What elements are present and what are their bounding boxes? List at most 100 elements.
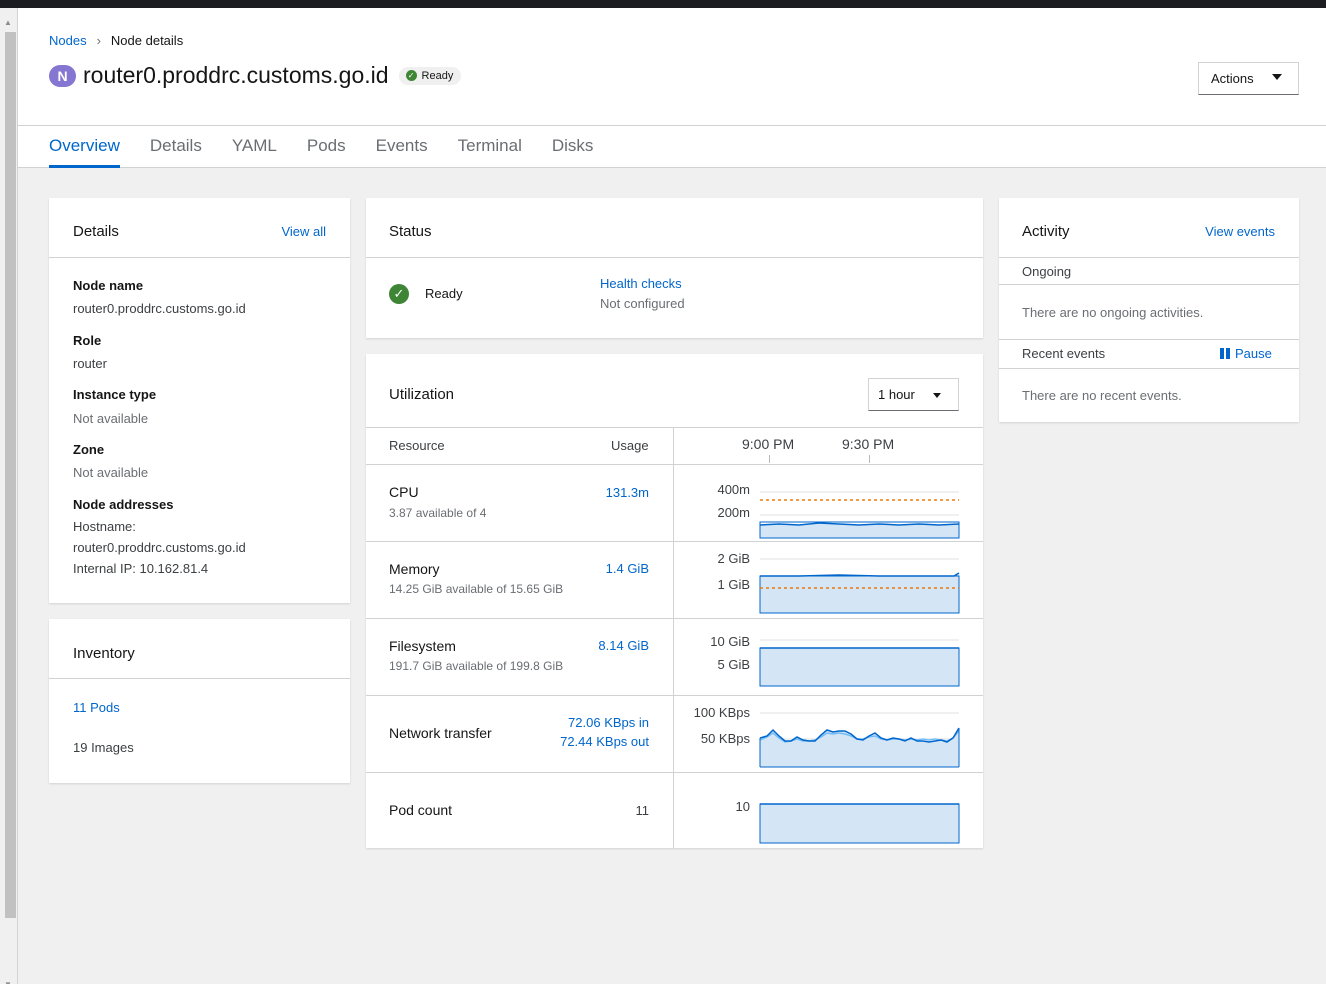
filesystem-usage-link[interactable]: 8.14 GiB bbox=[598, 638, 649, 653]
y-tick-label: 200m bbox=[717, 505, 750, 520]
status-card: Status ✓ Ready Health checks Not configu… bbox=[366, 198, 983, 338]
activity-card-title: Activity bbox=[1022, 223, 1070, 240]
utilization-row-filesystem: Filesystem 191.7 GiB available of 199.8 … bbox=[366, 618, 983, 695]
actions-dropdown[interactable]: Actions bbox=[1198, 62, 1299, 95]
recent-events-label: Recent events bbox=[1022, 346, 1106, 361]
node-name-label: Node name bbox=[73, 278, 144, 293]
tab-overview[interactable]: Overview bbox=[49, 136, 120, 168]
pod-count-chart[interactable] bbox=[759, 800, 961, 848]
y-tick-label: 1 GiB bbox=[717, 577, 750, 592]
hostname-value: router0.proddrc.customs.go.id bbox=[73, 540, 246, 555]
role-label: Role bbox=[73, 333, 102, 348]
scroll-down-icon[interactable]: ▼ bbox=[4, 980, 12, 984]
divider bbox=[366, 257, 983, 258]
ongoing-empty-text: There are no ongoing activities. bbox=[1022, 305, 1204, 320]
time-range-dropdown[interactable]: 1 hour bbox=[868, 378, 959, 411]
tab-details[interactable]: Details bbox=[150, 136, 202, 168]
time-tick-label: 9:30 PM bbox=[842, 436, 895, 452]
breadcrumb-current: Node details bbox=[110, 33, 184, 48]
tab-yaml[interactable]: YAML bbox=[232, 136, 277, 168]
y-tick-label: 10 GiB bbox=[710, 634, 750, 649]
utilization-row-pod-count: Pod count 11 10 bbox=[366, 772, 983, 848]
resource-availability: 3.87 available of 4 bbox=[389, 506, 487, 520]
memory-usage-link[interactable]: 1.4 GiB bbox=[606, 561, 649, 576]
pods-link[interactable]: 11 Pods bbox=[73, 700, 120, 715]
resource-name: CPU bbox=[389, 484, 419, 500]
details-card-title: Details bbox=[73, 223, 119, 240]
breadcrumb-nodes-link[interactable]: Nodes bbox=[49, 33, 87, 48]
health-checks-link[interactable]: Health checks bbox=[600, 276, 682, 291]
pod-count-value: 11 bbox=[635, 803, 650, 818]
zone-label: Zone bbox=[73, 442, 105, 457]
left-scrollbar[interactable]: ▲ ▼ bbox=[0, 8, 18, 984]
instance-type-value: Not available bbox=[73, 411, 149, 426]
window-top-bar bbox=[0, 0, 1326, 8]
filesystem-chart[interactable] bbox=[759, 636, 961, 694]
y-tick-label: 100 KBps bbox=[693, 705, 750, 720]
instance-type-label: Instance type bbox=[73, 387, 157, 402]
utilization-row-memory: Memory 14.25 GiB available of 15.65 GiB … bbox=[366, 541, 983, 618]
caret-down-icon bbox=[1272, 74, 1282, 80]
recent-empty-text: There are no recent events. bbox=[1022, 388, 1182, 403]
memory-chart[interactable] bbox=[759, 555, 961, 617]
y-tick-label: 5 GiB bbox=[717, 657, 750, 672]
health-checks-state: Not configured bbox=[600, 296, 685, 311]
scroll-up-icon[interactable]: ▲ bbox=[4, 18, 12, 27]
tab-bar: Overview Details YAML Pods Events Termin… bbox=[49, 136, 623, 168]
inventory-card-title: Inventory bbox=[73, 645, 135, 662]
divider bbox=[366, 427, 983, 428]
images-count: 19 Images bbox=[73, 740, 134, 755]
scrollbar-thumb[interactable] bbox=[5, 32, 16, 918]
y-tick-label: 10 bbox=[735, 799, 750, 814]
resource-name: Network transfer bbox=[389, 725, 492, 741]
time-tick-mark bbox=[869, 455, 870, 463]
utilization-card-title: Utilization bbox=[389, 386, 455, 403]
tab-pods[interactable]: Pods bbox=[307, 136, 346, 168]
time-tick-label: 9:00 PM bbox=[742, 436, 795, 452]
zone-value: Not available bbox=[73, 465, 149, 480]
page-header: Nodes › Node details N router0.proddrc.c… bbox=[18, 8, 1326, 168]
cpu-chart[interactable] bbox=[759, 488, 961, 540]
network-chart[interactable] bbox=[759, 709, 961, 771]
check-circle-icon: ✓ bbox=[405, 70, 417, 81]
node-type-badge: N bbox=[49, 64, 76, 87]
page-title: router0.proddrc.customs.go.id bbox=[83, 62, 389, 88]
utilization-row-network: Network transfer 72.06 KBps in 72.44 KBp… bbox=[366, 695, 983, 772]
resource-availability: 191.7 GiB available of 199.8 GiB bbox=[389, 659, 564, 673]
hostname-label: Hostname: bbox=[73, 519, 136, 534]
ongoing-label: Ongoing bbox=[1022, 264, 1072, 279]
network-in-link[interactable]: 72.06 KBps in bbox=[568, 715, 649, 730]
resource-name: Pod count bbox=[389, 802, 453, 818]
check-circle-icon: ✓ bbox=[389, 284, 409, 304]
activity-card: Activity View events Ongoing There are n… bbox=[999, 198, 1299, 422]
view-all-link[interactable]: View all bbox=[281, 224, 326, 239]
status-badge-label: Ready bbox=[421, 69, 454, 82]
cpu-usage-link[interactable]: 131.3m bbox=[606, 485, 649, 500]
caret-down-icon bbox=[933, 393, 941, 398]
details-card: Details View all Node name router0.prodd… bbox=[49, 198, 350, 603]
pause-icon bbox=[1220, 348, 1224, 359]
page-title-row: N router0.proddrc.customs.go.id ✓ Ready bbox=[49, 62, 462, 89]
role-value: router bbox=[73, 356, 107, 371]
divider bbox=[999, 368, 1299, 369]
pause-icon bbox=[1226, 348, 1230, 359]
resource-column-header: Resource bbox=[389, 438, 445, 453]
divider bbox=[49, 678, 350, 679]
breadcrumb: Nodes › Node details bbox=[49, 33, 183, 48]
pause-button[interactable]: Pause bbox=[1220, 346, 1272, 361]
utilization-card: Utilization 1 hour Resource Usage 9:00 P… bbox=[366, 354, 983, 848]
network-out-link[interactable]: 72.44 KBps out bbox=[560, 734, 649, 749]
y-tick-label: 50 KBps bbox=[700, 731, 750, 746]
tab-events[interactable]: Events bbox=[376, 136, 428, 168]
actions-label: Actions bbox=[1211, 71, 1254, 86]
y-tick-label: 2 GiB bbox=[717, 551, 750, 566]
tab-terminal[interactable]: Terminal bbox=[458, 136, 522, 168]
main-content: Nodes › Node details N router0.proddrc.c… bbox=[18, 8, 1326, 984]
tab-disks[interactable]: Disks bbox=[552, 136, 594, 168]
y-tick-label: 400m bbox=[717, 482, 750, 497]
divider bbox=[999, 339, 1299, 340]
resource-availability: 14.25 GiB available of 15.65 GiB bbox=[389, 582, 564, 596]
view-events-link[interactable]: View events bbox=[1205, 224, 1275, 239]
divider bbox=[999, 257, 1299, 258]
node-status-text: Ready bbox=[425, 286, 463, 301]
